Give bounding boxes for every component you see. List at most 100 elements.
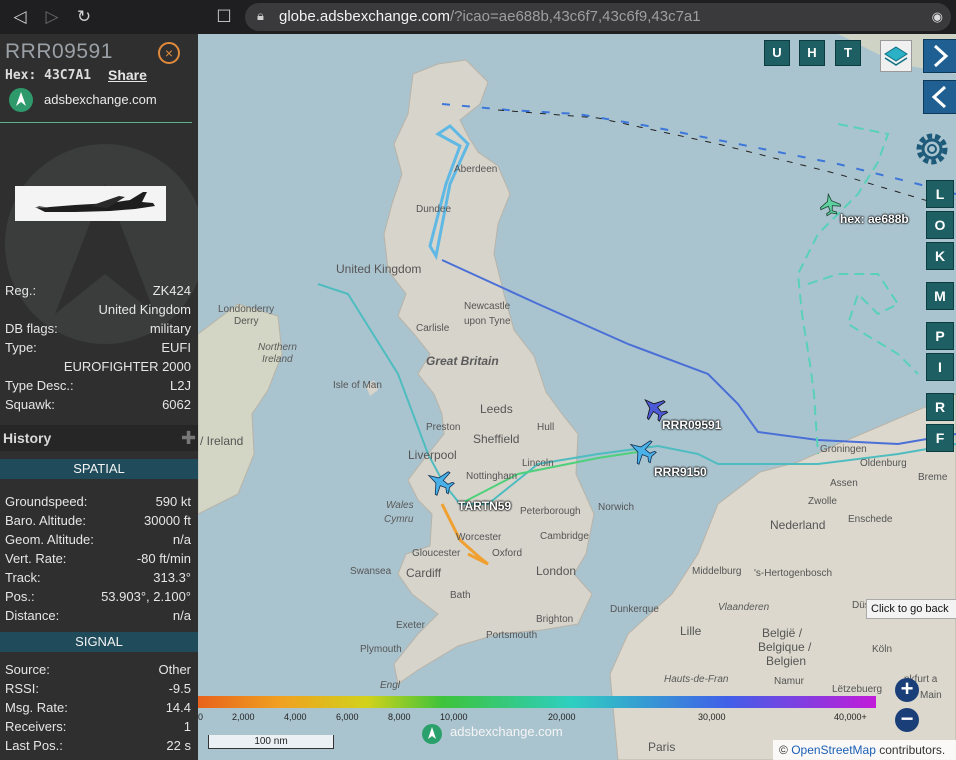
close-icon[interactable]: ×: [158, 42, 180, 64]
back-tooltip: Click to go back: [866, 599, 956, 619]
zoom-out-button[interactable]: −: [895, 708, 919, 732]
label-oldenburg: Oldenburg: [860, 458, 907, 469]
button-m[interactable]: M: [926, 282, 954, 310]
button-o[interactable]: O: [926, 211, 954, 239]
button-p[interactable]: P: [926, 322, 954, 350]
label-carlisle: Carlisle: [416, 323, 450, 334]
hex-code: Hex: 43C7A1: [5, 68, 92, 83]
details-value: 6062: [162, 397, 191, 412]
spatial-value: 590 kt: [155, 494, 191, 509]
details-label: Reg.:: [5, 283, 37, 298]
label-enschede: Enschede: [848, 514, 893, 525]
label-norwich: Norwich: [598, 502, 635, 513]
label-isle-of-man: Isle of Man: [333, 380, 382, 391]
map-canvas[interactable]: [198, 34, 956, 760]
chevron-right-icon: [933, 44, 949, 68]
reload-icon[interactable]: ↻: [72, 5, 96, 29]
signal-value: 22 s: [166, 738, 191, 753]
map-view[interactable]: United Kingdom Great Britain Isle of Man…: [198, 34, 956, 760]
layers-icon: [884, 46, 908, 66]
label-worcester: Worcester: [456, 532, 502, 543]
button-k[interactable]: K: [926, 242, 954, 270]
button-h[interactable]: H: [799, 40, 825, 66]
colorbar-tick-label: 30,000: [698, 712, 726, 722]
extension-icon[interactable]: ◉: [932, 9, 943, 25]
label-portsmouth: Portsmouth: [486, 630, 538, 641]
details-row: Squawk: 6062: [0, 397, 198, 415]
share-link[interactable]: Share: [108, 67, 147, 83]
forward-icon[interactable]: ▷: [40, 5, 64, 29]
label-hertogenbosch: 's-Hertogenbosch: [754, 568, 833, 579]
signal-value: -9.5: [168, 681, 191, 696]
signal-header: SIGNAL: [0, 632, 198, 652]
label-dunkerque: Dunkerque: [610, 604, 659, 615]
signal-label: Source:: [5, 662, 50, 677]
label-main: Main: [920, 690, 942, 701]
openstreetmap-link[interactable]: OpenStreetMap: [791, 743, 876, 757]
label-vlaanderen: Vlaanderen: [718, 602, 770, 613]
label-ireland: / Ireland: [200, 434, 244, 448]
aircraft-label-ae688b[interactable]: hex: ae688b: [840, 212, 909, 226]
spatial-label: Groundspeed:: [5, 494, 88, 509]
label-zwolle: Zwolle: [808, 496, 837, 507]
label-preston: Preston: [426, 422, 461, 433]
signal-row: Source: Other: [0, 662, 198, 680]
back-icon[interactable]: ◁: [8, 5, 32, 29]
button-i[interactable]: I: [926, 353, 954, 381]
collapse-left-button[interactable]: [923, 80, 956, 114]
button-u[interactable]: U: [764, 40, 790, 66]
address-bar[interactable]: 🔒︎ globe.adsbexchange.com/?icao=ae688b,4…: [245, 3, 951, 31]
details-value: military: [149, 321, 191, 336]
aircraft-photo[interactable]: [15, 186, 166, 221]
details-row: DB flags: military: [0, 321, 198, 339]
expand-plus-icon[interactable]: ✚: [181, 428, 196, 449]
signal-row: RSSI: -9.5: [0, 681, 198, 699]
label-plymouth: Plymouth: [360, 644, 402, 655]
details-label: Type Desc.:: [5, 378, 74, 393]
aircraft-info-panel: RRR09591 × Hex: 43C7A1 Share adsbexchang…: [0, 34, 198, 760]
button-l[interactable]: L: [926, 180, 954, 208]
label-hull: Hull: [537, 422, 555, 433]
label-cambridge: Cambridge: [540, 531, 589, 542]
aircraft-icon-rrr9150[interactable]: [624, 433, 660, 469]
button-f[interactable]: F: [926, 424, 954, 452]
label-newcastle: Newcastle: [464, 301, 511, 312]
label-london: London: [536, 564, 577, 578]
adsbexchange-link[interactable]: adsbexchange.com: [44, 92, 157, 107]
aircraft-label-rrr9150[interactable]: RRR9150: [654, 465, 707, 479]
details-label: Squawk:: [5, 397, 55, 412]
spatial-value: 30000 ft: [144, 513, 191, 528]
label-belgie: België /: [762, 626, 803, 640]
aircraft-label-rrr09591[interactable]: RRR09591: [662, 418, 721, 432]
colorbar-tick-label: 40,000+: [834, 712, 867, 722]
spatial-value: 313.3°: [153, 570, 191, 585]
watermark-logo-icon: [422, 724, 442, 744]
expand-right-button[interactable]: [923, 39, 956, 73]
bookmark-icon[interactable]: ☐: [212, 5, 236, 29]
history-section[interactable]: History ✚: [0, 425, 198, 451]
label-upon-tyne: upon Tyne: [464, 316, 511, 327]
label-belgien: Belgien: [766, 654, 807, 668]
signal-row: Last Pos.: 22 s: [0, 738, 198, 756]
signal-label: Receivers:: [5, 719, 67, 734]
layers-button[interactable]: [880, 40, 912, 72]
details-row: EUROFIGHTER 2000: [0, 359, 198, 377]
label-liverpool: Liverpool: [408, 448, 457, 462]
zoom-in-button[interactable]: +: [895, 678, 919, 702]
button-t[interactable]: T: [835, 40, 861, 66]
button-r[interactable]: R: [926, 393, 954, 421]
label-bath: Bath: [450, 590, 471, 601]
signal-value: 14.4: [165, 700, 191, 715]
aircraft-label-tartn59[interactable]: TARTN59: [458, 499, 511, 513]
label-dundee: Dundee: [416, 204, 452, 215]
details-row: Type: EUFI: [0, 340, 198, 358]
spatial-label: Pos.:: [5, 589, 35, 604]
label-aberdeen: Aberdeen: [454, 164, 498, 175]
details-value: EUROFIGHTER 2000: [63, 359, 191, 374]
label-middelburg: Middelburg: [692, 566, 742, 577]
spatial-value: -80 ft/min: [136, 551, 191, 566]
lock-icon: 🔒︎: [257, 8, 264, 23]
aircraft-callsign: RRR09591: [5, 40, 113, 63]
label-northern: Northern: [258, 342, 297, 353]
settings-button[interactable]: [911, 128, 953, 170]
